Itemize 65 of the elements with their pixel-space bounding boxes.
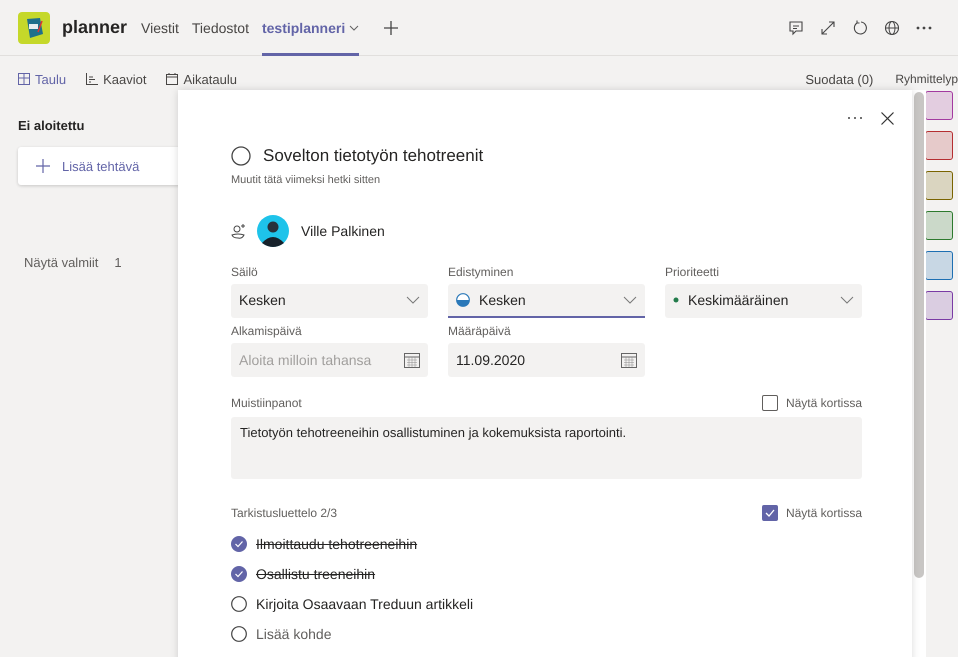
expand-icon[interactable] xyxy=(820,20,836,36)
chevron-down-icon xyxy=(840,296,854,304)
board-icon xyxy=(18,73,30,85)
field-label: Määräpäivä xyxy=(448,324,512,338)
checklist-item[interactable]: Osallistu treeneihin xyxy=(256,566,376,582)
complete-checkbox[interactable] xyxy=(231,146,251,166)
chevron-down-icon xyxy=(623,296,637,304)
assign-person-icon[interactable] xyxy=(231,223,247,239)
dropdown[interactable]: Keskimääräinen xyxy=(665,284,862,318)
checklist-label: Tarkistusluettelo 2/3 xyxy=(231,506,338,520)
chevron-down-icon xyxy=(406,296,420,304)
refresh-icon[interactable] xyxy=(852,20,868,36)
calendar-icon xyxy=(621,352,637,368)
checklist-checkbox[interactable] xyxy=(231,536,247,552)
show-on-card-checkbox[interactable]: Näytä kortissa xyxy=(762,505,862,521)
checklist-checkbox[interactable] xyxy=(231,566,247,582)
view-tab[interactable]: Aikataulu xyxy=(166,72,237,86)
view-tab[interactable]: Taulu xyxy=(18,72,66,86)
checklist-item[interactable]: Ilmoittaudu tehotreeneihin xyxy=(256,536,418,552)
view-tab[interactable]: Kaaviot xyxy=(86,72,146,86)
globe-icon[interactable] xyxy=(884,20,900,36)
add-icon xyxy=(36,159,50,173)
bucket-title: Ei aloitettu xyxy=(18,118,86,133)
chat-icon[interactable] xyxy=(788,20,804,36)
filter-button[interactable]: Suodata (0) xyxy=(805,72,874,86)
notes-label: Muistiinpanot xyxy=(231,396,302,410)
modified-note: Muutit tätä viimeksi hetki sitten xyxy=(231,174,382,186)
half-circle-icon xyxy=(456,293,470,307)
field-label: Alkamispäivä xyxy=(231,324,303,338)
avatar xyxy=(257,215,289,247)
field-label: Prioriteetti xyxy=(665,265,720,279)
channel-tab[interactable]: testiplanneri xyxy=(262,0,360,56)
date-field[interactable]: Aloita milloin tahansa xyxy=(231,343,428,377)
add-icon[interactable] xyxy=(384,20,398,34)
group-by-button[interactable]: Ryhmittelyp xyxy=(895,72,958,86)
calendar-icon xyxy=(166,73,178,85)
scrollbar-thumb[interactable] xyxy=(914,92,924,578)
task-title[interactable]: Sovelton tietotyön tehotreenit xyxy=(263,146,484,166)
dot-icon xyxy=(673,297,679,303)
close-icon[interactable] xyxy=(881,112,894,124)
more-icon[interactable] xyxy=(847,116,863,120)
completed-count: 1 xyxy=(114,255,122,270)
app-name: planner xyxy=(62,17,128,38)
chevron-down-icon xyxy=(349,24,360,30)
checkmark-icon xyxy=(764,509,775,517)
channel-tab[interactable]: Tiedostot xyxy=(192,0,249,56)
field-label: Säilö xyxy=(231,265,259,279)
checklist-checkbox[interactable] xyxy=(231,596,247,612)
checklist-item[interactable]: Kirjoita Osaavaan Treduun artikkeli xyxy=(256,596,474,612)
show-completed-link[interactable]: Näytä valmiit xyxy=(24,255,98,270)
assignee-name: Ville Palkinen xyxy=(301,223,385,239)
calendar-icon xyxy=(404,352,420,368)
scrollbar[interactable] xyxy=(912,90,926,657)
field-label: Edistyminen xyxy=(448,265,514,279)
circle-icon xyxy=(231,626,247,642)
dropdown[interactable]: Kesken xyxy=(448,284,645,318)
show-on-card-checkbox[interactable]: Näytä kortissa xyxy=(762,395,862,411)
app-logo-icon xyxy=(18,12,50,44)
channel-tab[interactable]: Viestit xyxy=(141,0,179,56)
chart-icon xyxy=(86,73,98,85)
date-field[interactable]: 11.09.2020 xyxy=(448,343,645,377)
dropdown[interactable]: Kesken xyxy=(231,284,428,318)
more-icon[interactable] xyxy=(916,26,932,30)
add-item-field[interactable]: Lisää kohde xyxy=(256,626,456,642)
notes-field[interactable]: Tietotyön tehotreeneihin osallistuminen ja kokemuksista raportointi. xyxy=(231,417,862,479)
